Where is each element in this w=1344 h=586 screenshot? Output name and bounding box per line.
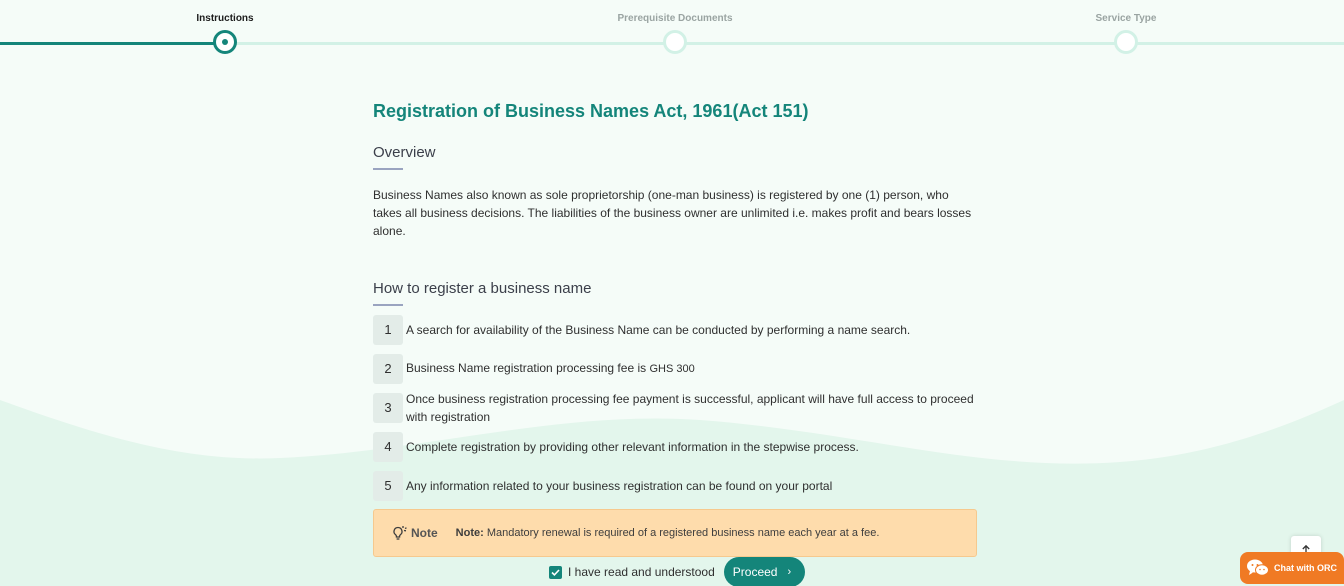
- page: Instructions Prerequisite Documents Serv…: [0, 0, 1344, 586]
- step-text: Any information related to your business…: [406, 478, 833, 493]
- step-indicator-active: [213, 30, 237, 54]
- wechat-icon: [1247, 559, 1269, 576]
- step-number: 2: [373, 353, 403, 384]
- step-label: Prerequisite Documents: [617, 13, 733, 24]
- page-title: Registration of Business Names Act, 1961…: [373, 101, 809, 121]
- step-prerequisite-documents[interactable]: Prerequisite Documents: [575, 0, 775, 54]
- chat-label: Chat with ORC: [1274, 563, 1337, 573]
- fee-amount: GHS 300: [649, 363, 695, 375]
- list-item: 2 Business Name registration processing …: [373, 349, 977, 388]
- howto-heading: How to register a business name: [373, 280, 592, 297]
- step-text: Once business registration processing fe…: [406, 391, 974, 424]
- list-item: 4 Complete registration by providing oth…: [373, 427, 977, 466]
- note-callout: Note Note: Mandatory renewal is required…: [373, 509, 977, 557]
- chat-widget-button[interactable]: Chat with ORC: [1240, 552, 1344, 584]
- step-instructions[interactable]: Instructions: [125, 0, 325, 54]
- note-prefix: Note:: [455, 527, 484, 539]
- step-text: Complete registration by providing other…: [406, 439, 859, 454]
- step-indicator: [1114, 30, 1138, 54]
- step-number: 1: [373, 314, 403, 345]
- registration-steps: 1 A search for availability of the Busin…: [373, 310, 977, 505]
- overview-heading: Overview: [373, 144, 436, 161]
- list-item: 3 Once business registration processing …: [373, 388, 977, 427]
- progress-stepper: Instructions Prerequisite Documents Serv…: [0, 0, 1344, 60]
- step-indicator: [663, 30, 687, 54]
- step-number: 4: [373, 431, 403, 462]
- step-text: Business Name registration processing fe…: [406, 361, 650, 375]
- heading-underline: [373, 304, 403, 306]
- heading-underline: [373, 168, 403, 170]
- note-message: Mandatory renewal is required of a regis…: [483, 527, 880, 539]
- step-number: 3: [373, 392, 403, 423]
- acknowledge-actions: I have read and understood Proceed ›: [549, 557, 806, 586]
- list-item: 1 A search for availability of the Busin…: [373, 310, 977, 349]
- stepper-track-progress: [0, 42, 225, 45]
- instructions-content: Registration of Business Names Act, 1961…: [373, 96, 977, 557]
- step-label: Service Type: [1095, 13, 1157, 24]
- step-label: Instructions: [196, 13, 254, 24]
- list-item: 5 Any information related to your busine…: [373, 466, 977, 505]
- chevron-right-icon: ›: [787, 566, 792, 578]
- proceed-label: Proceed: [732, 565, 778, 579]
- step-text-wrapper: Business Name registration processing fe…: [406, 359, 695, 378]
- step-service-type[interactable]: Service Type: [1026, 0, 1226, 54]
- overview-text: Business Names also known as sole propri…: [373, 188, 972, 238]
- note-text: Note: Mandatory renewal is required of a…: [456, 527, 880, 539]
- checkmark-icon: [551, 568, 560, 576]
- note-label: Note: [411, 526, 438, 540]
- acknowledge-label[interactable]: I have read and understood: [568, 565, 715, 579]
- proceed-button[interactable]: Proceed ›: [723, 557, 806, 586]
- lightbulb-icon: [390, 524, 408, 542]
- step-number: 5: [373, 470, 403, 501]
- acknowledge-checkbox[interactable]: [549, 565, 562, 579]
- step-text: A search for availability of the Busines…: [406, 322, 911, 337]
